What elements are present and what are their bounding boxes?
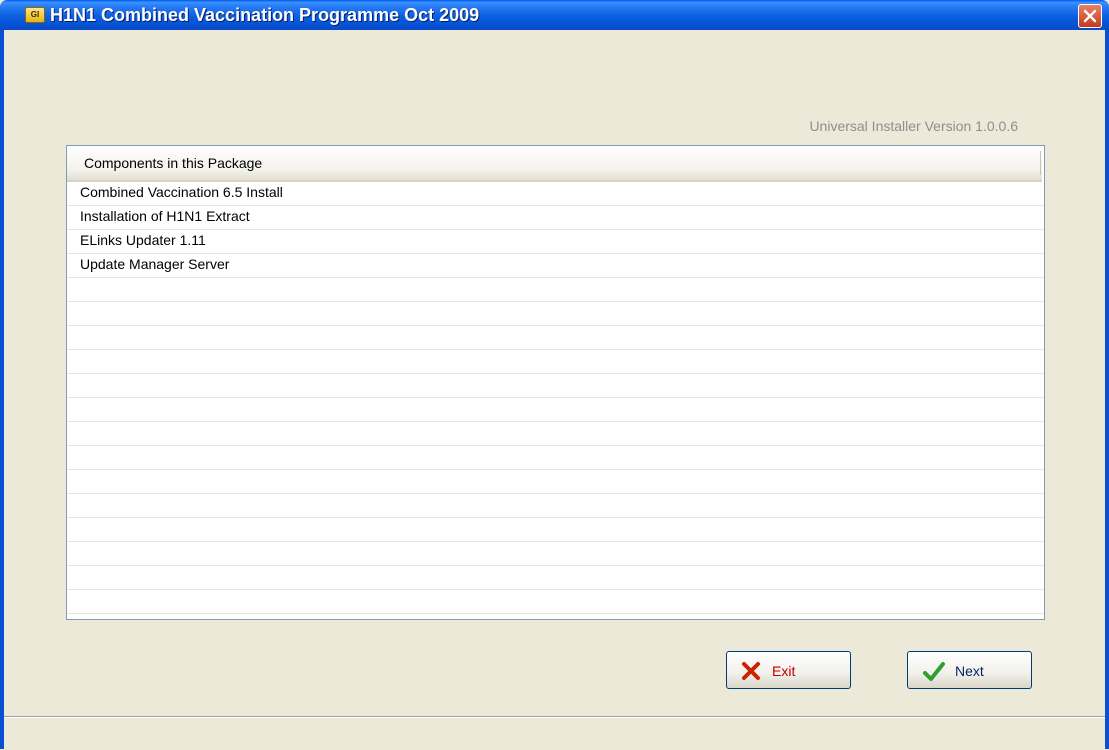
status-bar xyxy=(4,716,1105,750)
components-list[interactable]: Components in this Package Combined Vacc… xyxy=(66,145,1045,620)
next-button-label: Next xyxy=(955,663,984,679)
list-item-label: ELinks Updater 1.11 xyxy=(80,232,206,248)
components-list-header[interactable]: Components in this Package xyxy=(67,146,1042,182)
title-bar[interactable]: GI H1N1 Combined Vaccination Programme O… xyxy=(0,0,1109,30)
close-button[interactable] xyxy=(1078,4,1102,28)
checkmark-icon xyxy=(923,662,945,681)
list-item-label: Update Manager Server xyxy=(80,256,230,272)
list-item[interactable]: Installation of H1N1 Extract xyxy=(67,206,1044,230)
list-rows: Combined Vaccination 6.5 Install Install… xyxy=(67,182,1044,619)
app-icon: GI xyxy=(25,7,45,23)
list-item-label: Combined Vaccination 6.5 Install xyxy=(80,184,283,200)
window-frame-left xyxy=(0,30,4,749)
exit-button-label: Exit xyxy=(772,663,796,679)
window-frame-right xyxy=(1105,30,1109,749)
exit-button[interactable]: Exit xyxy=(726,651,851,689)
column-header-components: Components in this Package xyxy=(84,155,263,171)
version-label: Universal Installer Version 1.0.0.6 xyxy=(809,118,1018,134)
list-item[interactable]: Combined Vaccination 6.5 Install xyxy=(67,182,1044,206)
close-icon xyxy=(1083,9,1097,23)
window-title: H1N1 Combined Vaccination Programme Oct … xyxy=(50,5,480,25)
x-icon xyxy=(742,662,760,680)
list-item[interactable]: Update Manager Server xyxy=(67,254,1044,278)
list-item[interactable]: ELinks Updater 1.11 xyxy=(67,230,1044,254)
column-separator[interactable] xyxy=(1040,151,1041,175)
list-item-label: Installation of H1N1 Extract xyxy=(80,208,250,224)
next-button[interactable]: Next xyxy=(907,651,1032,689)
